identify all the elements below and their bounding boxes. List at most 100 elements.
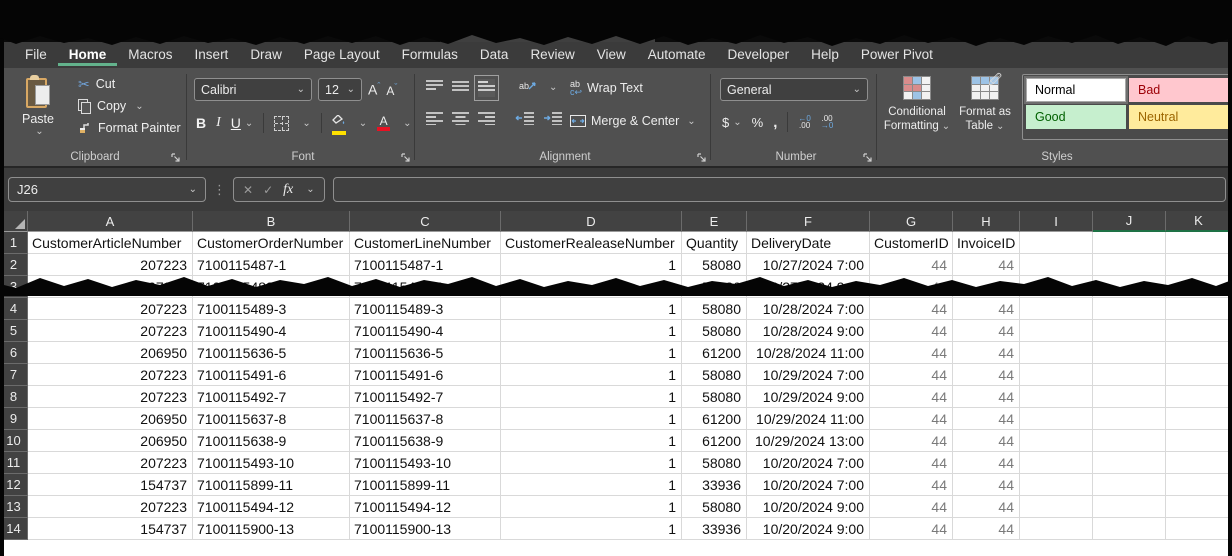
cell-J5[interactable] xyxy=(1093,320,1166,342)
cell-D1[interactable]: CustomerRealeaseNumber xyxy=(501,232,682,254)
cell-A7[interactable]: 207223 xyxy=(28,364,193,386)
cell-G9[interactable]: 44 xyxy=(870,408,953,430)
tab-review[interactable]: Review xyxy=(519,44,585,66)
cell-I5[interactable] xyxy=(1020,320,1093,342)
cell-B8[interactable]: 7100115492-7 xyxy=(193,386,350,408)
cell-F9[interactable]: 10/29/2024 11:00 xyxy=(747,408,870,430)
cell-C3[interactable]: 7100115488-2 xyxy=(350,276,501,298)
tab-page-layout[interactable]: Page Layout xyxy=(293,44,391,66)
cut-button[interactable]: ✂ Cut xyxy=(78,77,181,91)
formula-input[interactable] xyxy=(333,177,1226,202)
cell-H11[interactable]: 44 xyxy=(953,452,1020,474)
cell-B6[interactable]: 7100115636-5 xyxy=(193,342,350,364)
cell-E10[interactable]: 61200 xyxy=(682,430,747,452)
cell-B11[interactable]: 7100115493-10 xyxy=(193,452,350,474)
column-header-J[interactable]: J xyxy=(1093,211,1166,232)
cell-B13[interactable]: 7100115494-12 xyxy=(193,496,350,518)
align-left-button[interactable] xyxy=(426,112,443,130)
underline-button[interactable]: U xyxy=(231,115,241,131)
cell-G8[interactable]: 44 xyxy=(870,386,953,408)
cell-K2[interactable] xyxy=(1166,254,1232,276)
cell-A1[interactable]: CustomerArticleNumber xyxy=(28,232,193,254)
cell-H4[interactable]: 44 xyxy=(953,298,1020,320)
tab-formulas[interactable]: Formulas xyxy=(391,44,469,66)
cell-B1[interactable]: CustomerOrderNumber xyxy=(193,232,350,254)
cell-D2[interactable]: 1 xyxy=(501,254,682,276)
cell-C10[interactable]: 7100115638-9 xyxy=(350,430,501,452)
increase-font-size-button[interactable]: Aˆ xyxy=(368,81,380,98)
cell-D10[interactable]: 1 xyxy=(501,430,682,452)
row-header-6[interactable]: 6 xyxy=(0,342,28,364)
cell-E6[interactable]: 61200 xyxy=(682,342,747,364)
cell-G14[interactable]: 44 xyxy=(870,518,953,540)
column-header-H[interactable]: H xyxy=(953,211,1020,232)
cell-I14[interactable] xyxy=(1020,518,1093,540)
column-header-C[interactable]: C xyxy=(350,211,501,232)
orientation-chevron-icon[interactable]: ⌄ xyxy=(549,82,557,93)
conditional-formatting-button[interactable]: ConditionalFormatting⌄ xyxy=(884,76,950,134)
cell-H14[interactable]: 44 xyxy=(953,518,1020,540)
cell-C7[interactable]: 7100115491-6 xyxy=(350,364,501,386)
cell-J13[interactable] xyxy=(1093,496,1166,518)
format-as-table-button[interactable]: 🖉 Format asTable⌄ xyxy=(952,76,1018,134)
cell-A9[interactable]: 206950 xyxy=(28,408,193,430)
cancel-icon[interactable]: ✕ xyxy=(243,183,253,197)
cell-E9[interactable]: 61200 xyxy=(682,408,747,430)
cell-K9[interactable] xyxy=(1166,408,1232,430)
tab-macros[interactable]: Macros xyxy=(117,44,183,66)
row-header-10[interactable]: 10 xyxy=(0,430,28,452)
fill-color-button[interactable] xyxy=(332,112,346,135)
font-size-combo[interactable]: 12 ⌄ xyxy=(318,78,362,101)
tab-file[interactable]: File xyxy=(14,44,58,66)
cell-A2[interactable]: 207223 xyxy=(28,254,193,276)
column-header-B[interactable]: B xyxy=(193,211,350,232)
cell-D4[interactable]: 1 xyxy=(501,298,682,320)
row-header-9[interactable]: 9 xyxy=(0,408,28,430)
cell-F6[interactable]: 10/28/2024 11:00 xyxy=(747,342,870,364)
tab-insert[interactable]: Insert xyxy=(184,44,240,66)
borders-chevron-icon[interactable]: ⌄ xyxy=(302,118,310,129)
increase-decimal-button[interactable]: ←0.00 xyxy=(798,115,810,129)
style-bad[interactable]: Bad xyxy=(1129,78,1232,102)
cell-F10[interactable]: 10/29/2024 13:00 xyxy=(747,430,870,452)
cell-F4[interactable]: 10/28/2024 7:00 xyxy=(747,298,870,320)
cell-K13[interactable] xyxy=(1166,496,1232,518)
cell-A6[interactable]: 206950 xyxy=(28,342,193,364)
cell-D3[interactable]: 1 xyxy=(501,276,682,298)
cell-K8[interactable] xyxy=(1166,386,1232,408)
name-box[interactable]: J26 ⌄ xyxy=(8,177,206,202)
cell-J12[interactable] xyxy=(1093,474,1166,496)
cell-F3[interactable]: 10/27/2024 9:00 xyxy=(747,276,870,298)
tab-view[interactable]: View xyxy=(586,44,637,66)
cell-D11[interactable]: 1 xyxy=(501,452,682,474)
cell-A14[interactable]: 154737 xyxy=(28,518,193,540)
cell-K10[interactable] xyxy=(1166,430,1232,452)
row-header-2[interactable]: 2 xyxy=(0,254,28,276)
cell-D13[interactable]: 1 xyxy=(501,496,682,518)
cell-K11[interactable] xyxy=(1166,452,1232,474)
cell-F13[interactable]: 10/20/2024 9:00 xyxy=(747,496,870,518)
cell-A10[interactable]: 206950 xyxy=(28,430,193,452)
cell-E3[interactable]: 58080 xyxy=(682,276,747,298)
comma-style-button[interactable]: , xyxy=(773,114,777,131)
cell-E5[interactable]: 58080 xyxy=(682,320,747,342)
cell-I12[interactable] xyxy=(1020,474,1093,496)
insert-function-icon[interactable]: fx xyxy=(283,182,293,198)
title-chevron-down-icon[interactable]: ⌄ xyxy=(624,10,637,24)
cell-H1[interactable]: InvoiceID xyxy=(953,232,1020,254)
cell-E2[interactable]: 58080 xyxy=(682,254,747,276)
cell-G6[interactable]: 44 xyxy=(870,342,953,364)
cell-H6[interactable]: 44 xyxy=(953,342,1020,364)
cell-F5[interactable]: 10/28/2024 9:00 xyxy=(747,320,870,342)
format-painter-button[interactable]: Format Painter xyxy=(78,121,181,135)
cell-G3[interactable]: 44 xyxy=(870,276,953,298)
cell-H2[interactable]: 44 xyxy=(953,254,1020,276)
cell-K3[interactable] xyxy=(1166,276,1232,298)
currency-chevron-icon[interactable]: ⌄ xyxy=(733,117,741,128)
cell-A4[interactable]: 207223 xyxy=(28,298,193,320)
cell-H12[interactable]: 44 xyxy=(953,474,1020,496)
cell-I6[interactable] xyxy=(1020,342,1093,364)
borders-icon[interactable] xyxy=(274,116,289,131)
cell-K14[interactable] xyxy=(1166,518,1232,540)
select-all-button[interactable] xyxy=(0,211,28,232)
